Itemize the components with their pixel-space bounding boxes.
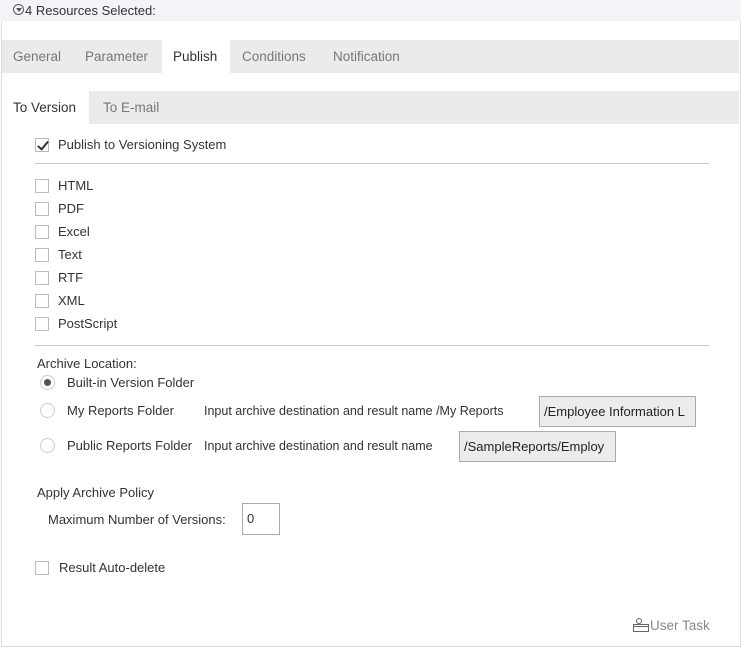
- archive-location-title: Archive Location:: [37, 356, 137, 371]
- format-pdf-label: PDF: [58, 201, 84, 216]
- max-versions-label: Maximum Number of Versions:: [48, 512, 226, 527]
- my-reports-label: My Reports Folder: [67, 403, 174, 418]
- format-text-checkbox[interactable]: [35, 248, 49, 262]
- format-postscript-checkbox[interactable]: [35, 317, 49, 331]
- resources-title: 4 Resources Selected:: [25, 3, 156, 18]
- my-reports-path-input[interactable]: /Employee Information L: [539, 396, 696, 427]
- format-rtf-checkbox[interactable]: [35, 271, 49, 285]
- public-reports-path-input[interactable]: /SampleReports/Employ: [459, 431, 616, 462]
- user-task-label: User Task: [650, 618, 710, 633]
- auto-delete-checkbox[interactable]: [35, 561, 49, 575]
- publish-versioning-label: Publish to Versioning System: [58, 137, 227, 152]
- public-reports-hint: Input archive destination and result nam…: [204, 439, 433, 453]
- my-reports-radio[interactable]: [40, 403, 55, 418]
- auto-delete-label: Result Auto-delete: [59, 560, 166, 575]
- publish-versioning-checkbox[interactable]: [35, 138, 49, 152]
- subtab-to-email[interactable]: To E-mail: [92, 91, 170, 124]
- public-reports-label: Public Reports Folder: [67, 438, 192, 453]
- tab-notification[interactable]: Notification: [322, 40, 411, 73]
- collapse-circle-icon[interactable]: [13, 4, 24, 15]
- tab-publish[interactable]: Publish: [162, 40, 230, 73]
- format-text-label: Text: [58, 247, 82, 262]
- tab-parameter[interactable]: Parameter: [74, 40, 159, 73]
- tab-bar: General Parameter Publish Conditions Not…: [2, 40, 739, 73]
- format-xml-checkbox[interactable]: [35, 294, 49, 308]
- resources-header[interactable]: 4 Resources Selected:: [0, 0, 741, 21]
- builtin-folder-label: Built-in Version Folder: [67, 375, 195, 390]
- tab-conditions[interactable]: Conditions: [231, 40, 317, 73]
- divider: [35, 163, 709, 164]
- format-html-checkbox[interactable]: [35, 179, 49, 193]
- archive-policy-title: Apply Archive Policy: [37, 485, 155, 500]
- format-html-label: HTML: [58, 178, 94, 193]
- format-pdf-checkbox[interactable]: [35, 202, 49, 216]
- public-reports-radio[interactable]: [40, 438, 55, 453]
- subtab-to-version[interactable]: To Version: [2, 91, 89, 124]
- format-xml-label: XML: [58, 293, 85, 308]
- format-excel-checkbox[interactable]: [35, 225, 49, 239]
- divider: [35, 345, 709, 346]
- tab-general[interactable]: General: [2, 40, 72, 73]
- user-task-icon: [633, 618, 649, 632]
- subtab-bar: To Version To E-mail: [2, 91, 739, 124]
- format-postscript-label: PostScript: [58, 316, 118, 331]
- user-task-button[interactable]: User Task: [632, 617, 710, 633]
- my-reports-hint: Input archive destination and result nam…: [204, 404, 504, 418]
- format-rtf-label: RTF: [58, 270, 84, 285]
- builtin-folder-radio[interactable]: [40, 375, 55, 390]
- format-excel-label: Excel: [58, 224, 90, 239]
- max-versions-input[interactable]: 0: [242, 503, 280, 535]
